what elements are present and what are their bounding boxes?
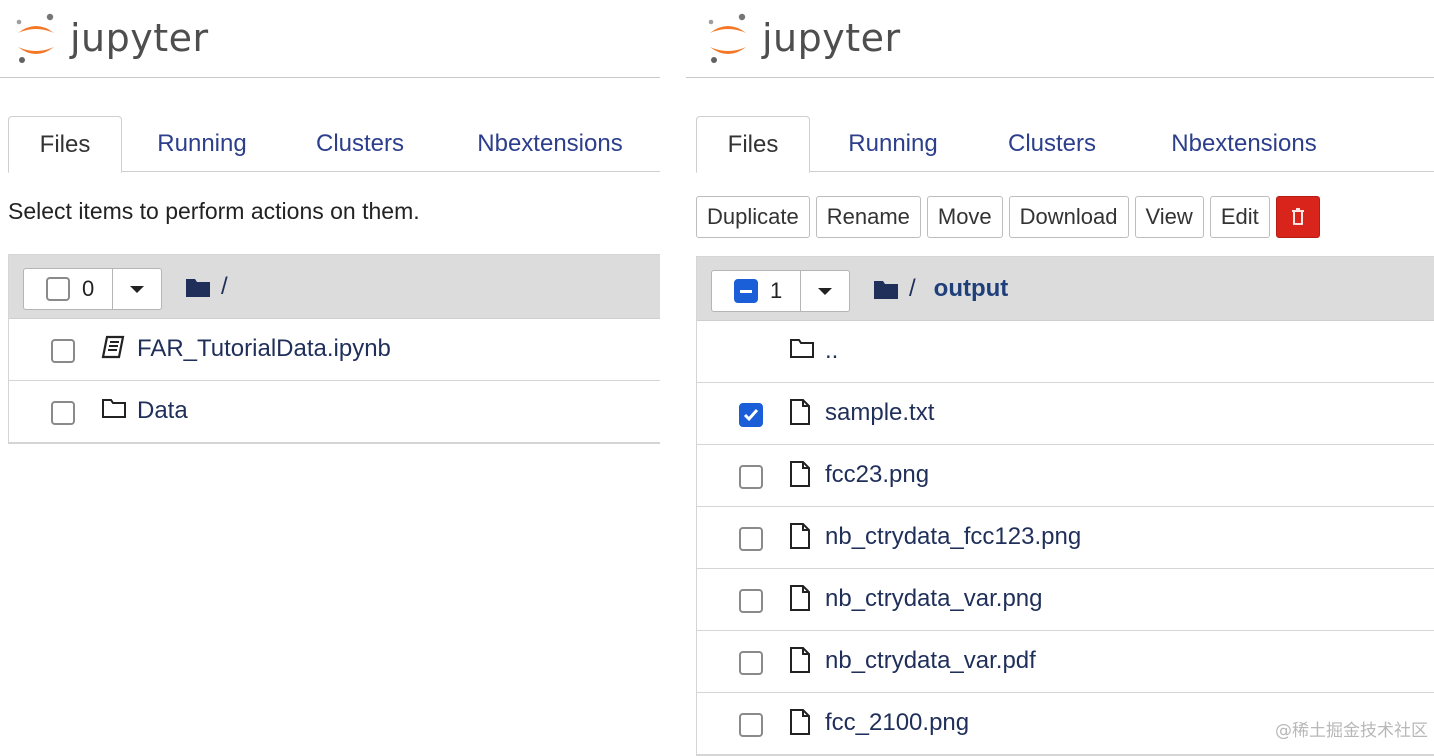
item-name[interactable]: fcc23.png bbox=[825, 461, 929, 489]
duplicate-button[interactable]: Duplicate bbox=[696, 196, 810, 238]
file-icon bbox=[790, 399, 810, 425]
jupyter-logo[interactable]: jupyter bbox=[14, 10, 209, 66]
file-icon bbox=[790, 709, 810, 735]
edit-button[interactable]: Edit bbox=[1209, 196, 1270, 238]
breadcrumb-output[interactable]: output bbox=[934, 275, 1009, 303]
download-button[interactable]: Download bbox=[1008, 196, 1129, 238]
selection-hint: Select items to perform actions on them. bbox=[8, 198, 420, 224]
item-checkbox[interactable] bbox=[739, 651, 763, 675]
header: jupyter bbox=[0, 0, 660, 78]
list-item[interactable]: Data bbox=[9, 381, 660, 443]
item-name[interactable]: FAR_TutorialData.ipynb bbox=[137, 335, 391, 363]
breadcrumb: / bbox=[185, 255, 228, 319]
file-icon bbox=[790, 647, 810, 673]
list-item[interactable]: nb_ctrydata_var.png bbox=[697, 569, 1434, 631]
jupyter-logo-icon bbox=[708, 13, 746, 63]
list-item[interactable]: sample.txt bbox=[697, 383, 1434, 445]
item-name[interactable]: nb_ctrydata_var.png bbox=[825, 585, 1043, 613]
tab-bar: Files Running Clusters Nbextensions bbox=[696, 116, 1434, 173]
item-name[interactable]: fcc_2100.png bbox=[825, 709, 969, 737]
tab-clusters[interactable]: Clusters bbox=[990, 116, 1114, 173]
folder-solid-icon[interactable] bbox=[185, 276, 211, 298]
item-name[interactable]: Data bbox=[137, 397, 188, 425]
breadcrumb-root[interactable]: / bbox=[221, 273, 228, 301]
file-icon bbox=[790, 523, 810, 549]
selection-count: 1 bbox=[770, 278, 783, 303]
rename-button[interactable]: Rename bbox=[815, 196, 921, 238]
select-all-toggle[interactable]: 0 bbox=[24, 269, 114, 309]
move-button[interactable]: Move bbox=[926, 196, 1003, 238]
file-list: 1 / output .. sample.txt fcc23.png nb_ct… bbox=[696, 256, 1434, 756]
item-checkbox[interactable] bbox=[51, 339, 75, 363]
item-checkbox[interactable] bbox=[739, 465, 763, 489]
folder-solid-icon[interactable] bbox=[873, 278, 899, 300]
watermark: @稀土掘金技术社区 bbox=[1275, 721, 1428, 741]
item-checkbox[interactable] bbox=[739, 527, 763, 551]
item-checkbox[interactable] bbox=[739, 713, 763, 737]
brand-name: jupyter bbox=[762, 16, 901, 60]
action-toolbar: Duplicate Rename Move Download View Edit bbox=[696, 196, 1320, 238]
caret-down-icon bbox=[130, 286, 145, 293]
tab-running[interactable]: Running bbox=[140, 116, 264, 173]
list-item[interactable]: fcc23.png bbox=[697, 445, 1434, 507]
select-all-checkbox[interactable] bbox=[46, 277, 70, 301]
parent-directory-link[interactable]: .. bbox=[825, 337, 838, 365]
tab-files[interactable]: Files bbox=[8, 116, 122, 173]
item-checkbox[interactable] bbox=[739, 403, 763, 427]
selection-menu-button[interactable] bbox=[801, 271, 849, 311]
brand-name: jupyter bbox=[70, 16, 209, 60]
select-all-control: 1 bbox=[711, 270, 851, 312]
tab-bar: Files Running Clusters Nbextensions bbox=[8, 116, 660, 173]
select-all-toggle[interactable]: 1 bbox=[712, 271, 802, 311]
file-list-header: 1 / output bbox=[697, 257, 1434, 321]
item-checkbox[interactable] bbox=[739, 589, 763, 613]
header: jupyter bbox=[686, 0, 1434, 78]
file-icon bbox=[790, 461, 810, 487]
tab-clusters[interactable]: Clusters bbox=[298, 116, 422, 173]
jupyter-logo-icon bbox=[16, 13, 54, 63]
select-all-checkbox[interactable] bbox=[734, 279, 758, 303]
item-name[interactable]: nb_ctrydata_var.pdf bbox=[825, 647, 1036, 675]
file-list: 0 / FAR_TutorialData.ipynb Data bbox=[8, 254, 660, 444]
parent-directory-row[interactable]: .. bbox=[697, 321, 1434, 383]
left-jupyter-panel: jupyter Files Running Clusters Nbextensi… bbox=[0, 0, 660, 745]
folder-icon bbox=[102, 399, 126, 418]
tab-nbextensions[interactable]: Nbextensions bbox=[1154, 116, 1334, 173]
file-list-header: 0 / bbox=[9, 255, 660, 319]
file-icon bbox=[790, 585, 810, 611]
notebook-icon bbox=[101, 335, 125, 359]
tab-files[interactable]: Files bbox=[696, 116, 810, 173]
breadcrumb-root[interactable]: / bbox=[909, 275, 916, 303]
view-button[interactable]: View bbox=[1134, 196, 1204, 238]
delete-button[interactable] bbox=[1275, 196, 1320, 238]
breadcrumb: / output bbox=[873, 257, 1008, 321]
item-checkbox[interactable] bbox=[51, 401, 75, 425]
tab-running[interactable]: Running bbox=[830, 116, 956, 173]
tab-nbextensions[interactable]: Nbextensions bbox=[460, 116, 640, 173]
checkmark-icon bbox=[743, 409, 759, 422]
selection-count: 0 bbox=[82, 276, 95, 301]
list-item[interactable]: nb_ctrydata_fcc123.png bbox=[697, 507, 1434, 569]
select-all-control: 0 bbox=[23, 268, 163, 310]
caret-down-icon bbox=[818, 288, 833, 295]
selection-menu-button[interactable] bbox=[113, 269, 161, 309]
item-name[interactable]: nb_ctrydata_fcc123.png bbox=[825, 523, 1081, 551]
jupyter-logo[interactable]: jupyter bbox=[706, 10, 901, 66]
list-item[interactable]: FAR_TutorialData.ipynb bbox=[9, 319, 660, 381]
trash-icon bbox=[1291, 208, 1304, 225]
list-item[interactable]: nb_ctrydata_var.pdf bbox=[697, 631, 1434, 693]
right-jupyter-panel: jupyter Files Running Clusters Nbextensi… bbox=[686, 0, 1434, 756]
folder-icon bbox=[790, 339, 814, 358]
item-name[interactable]: sample.txt bbox=[825, 399, 934, 427]
